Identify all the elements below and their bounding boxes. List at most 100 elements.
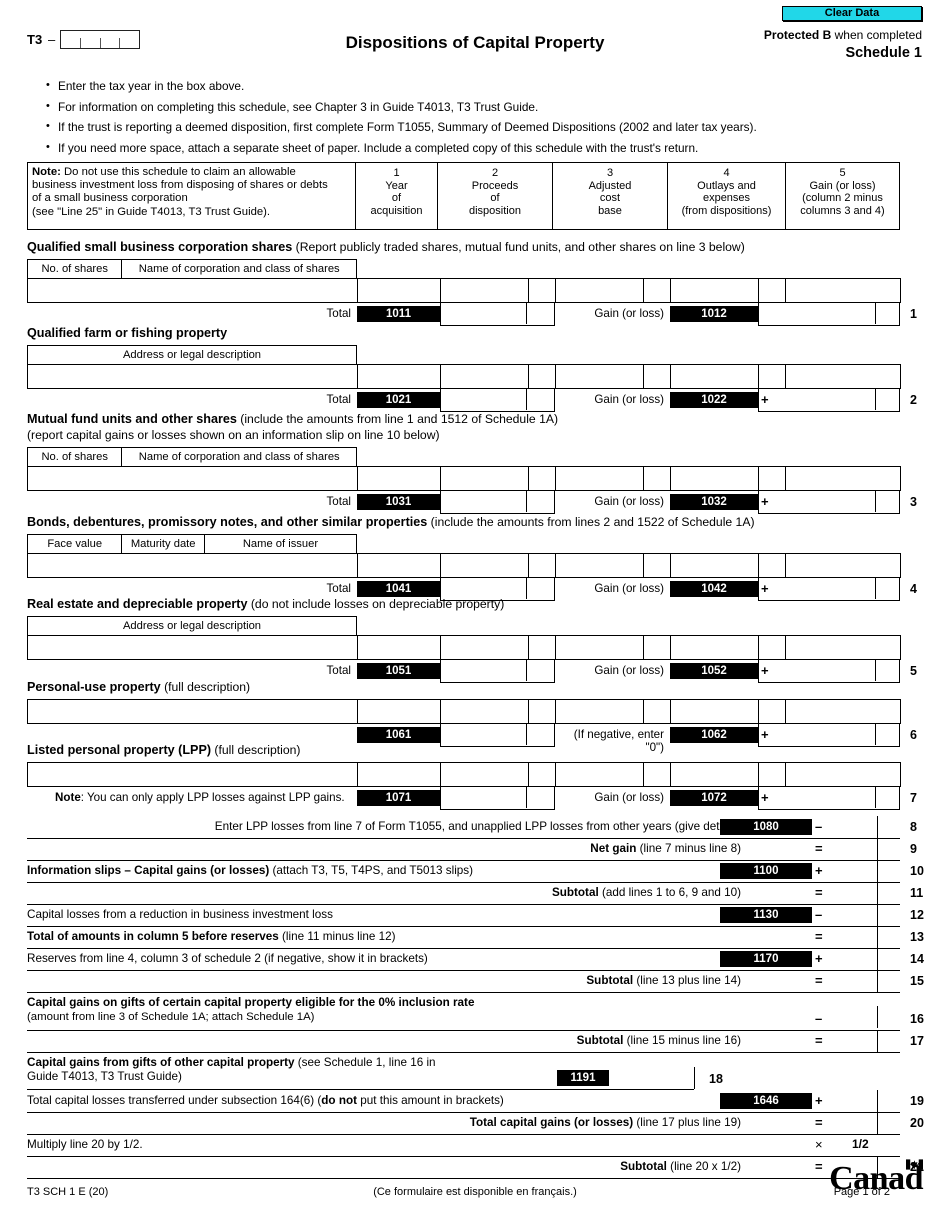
entry-cell[interactable] xyxy=(785,763,877,786)
entry-cell[interactable] xyxy=(27,700,357,723)
entry-cell[interactable] xyxy=(528,365,555,388)
entry-cell[interactable] xyxy=(670,636,758,659)
entry-cell[interactable] xyxy=(758,279,785,302)
entry-cell[interactable] xyxy=(758,467,785,490)
entry-cell[interactable] xyxy=(758,700,785,723)
entry-cell[interactable] xyxy=(643,763,670,786)
gain-amount-field[interactable] xyxy=(758,303,900,326)
entry-cell[interactable] xyxy=(643,279,670,302)
entry-cell[interactable] xyxy=(785,365,877,388)
entry-cell[interactable] xyxy=(785,467,877,490)
gain-amount-field[interactable] xyxy=(758,787,900,810)
amount-field[interactable] xyxy=(812,970,900,992)
entry-cell[interactable] xyxy=(440,365,528,388)
gain-amount-field[interactable] xyxy=(758,389,900,412)
amount-field[interactable] xyxy=(812,1090,900,1112)
entry-cell[interactable] xyxy=(357,700,440,723)
entry-cell[interactable] xyxy=(357,763,440,786)
total-amount-field[interactable] xyxy=(440,724,555,747)
gain-amount-field[interactable] xyxy=(758,724,900,747)
entry-cell[interactable] xyxy=(643,467,670,490)
amount-field[interactable] xyxy=(812,882,900,904)
entry-cell[interactable] xyxy=(555,467,643,490)
entry-cell[interactable] xyxy=(555,636,643,659)
amount-field[interactable] xyxy=(812,1030,900,1052)
entry-cell[interactable] xyxy=(27,279,357,302)
entry-cell[interactable] xyxy=(528,554,555,577)
entry-cell[interactable] xyxy=(877,700,900,723)
entry-cell[interactable] xyxy=(440,763,528,786)
entry-cell[interactable] xyxy=(27,763,357,786)
instructions-list: Enter the tax year in the box above. For… xyxy=(44,79,904,162)
total-amount-field[interactable] xyxy=(440,389,555,412)
total-amount-field[interactable] xyxy=(440,491,555,514)
entry-cell[interactable] xyxy=(670,700,758,723)
entry-cell[interactable] xyxy=(27,365,357,388)
entry-cell[interactable] xyxy=(440,279,528,302)
amount-field[interactable] xyxy=(812,948,900,970)
total-amount-field[interactable] xyxy=(440,303,555,326)
section-title-bold: Listed personal property (LPP) xyxy=(27,743,212,757)
entry-cell[interactable] xyxy=(758,554,785,577)
entry-cell[interactable] xyxy=(357,554,440,577)
entry-cell[interactable] xyxy=(555,763,643,786)
entry-cell[interactable] xyxy=(670,365,758,388)
gain-amount-field[interactable] xyxy=(758,578,900,601)
entry-cell[interactable] xyxy=(785,636,877,659)
entry-cell[interactable] xyxy=(877,554,900,577)
entry-cell[interactable] xyxy=(670,554,758,577)
entry-cell[interactable] xyxy=(357,279,440,302)
total-amount-field[interactable] xyxy=(440,787,555,810)
entry-cell[interactable] xyxy=(27,467,357,490)
line-number: 8 xyxy=(910,820,917,834)
entry-cell[interactable] xyxy=(357,365,440,388)
amount-field[interactable] xyxy=(812,816,900,838)
entry-cell[interactable] xyxy=(758,365,785,388)
entry-cell[interactable] xyxy=(877,636,900,659)
entry-cell[interactable] xyxy=(555,554,643,577)
entry-cell[interactable] xyxy=(440,636,528,659)
amount-field[interactable] xyxy=(812,904,900,926)
gain-amount-field[interactable] xyxy=(758,660,900,683)
entry-cell[interactable] xyxy=(27,636,357,659)
entry-cell[interactable] xyxy=(877,763,900,786)
gain-amount-field[interactable] xyxy=(758,491,900,514)
clear-data-button[interactable]: Clear Data xyxy=(782,6,922,21)
entry-cell[interactable] xyxy=(528,467,555,490)
entry-cell[interactable] xyxy=(643,365,670,388)
entry-cell[interactable] xyxy=(528,279,555,302)
entry-cell[interactable] xyxy=(643,554,670,577)
entry-cell[interactable] xyxy=(440,467,528,490)
entry-cell[interactable] xyxy=(357,636,440,659)
amount-field[interactable] xyxy=(812,1008,900,1028)
entry-cell[interactable] xyxy=(758,636,785,659)
amount-field[interactable] xyxy=(812,838,900,860)
amount-field[interactable] xyxy=(812,926,900,948)
entry-cell[interactable] xyxy=(440,700,528,723)
entry-cell[interactable] xyxy=(528,700,555,723)
entry-cell[interactable] xyxy=(670,467,758,490)
entry-cell[interactable] xyxy=(643,636,670,659)
entry-cell[interactable] xyxy=(555,365,643,388)
entry-cell[interactable] xyxy=(528,636,555,659)
entry-cell[interactable] xyxy=(27,554,357,577)
entry-cell[interactable] xyxy=(670,279,758,302)
amount-field[interactable] xyxy=(812,1112,900,1134)
amount-field[interactable] xyxy=(609,1068,694,1088)
entry-cell[interactable] xyxy=(877,467,900,490)
entry-cell[interactable] xyxy=(670,763,758,786)
entry-cell[interactable] xyxy=(643,700,670,723)
total-amount-field[interactable] xyxy=(440,660,555,683)
entry-cell[interactable] xyxy=(785,554,877,577)
entry-cell[interactable] xyxy=(555,700,643,723)
entry-cell[interactable] xyxy=(357,467,440,490)
entry-cell[interactable] xyxy=(785,700,877,723)
entry-cell[interactable] xyxy=(877,279,900,302)
entry-cell[interactable] xyxy=(758,763,785,786)
entry-cell[interactable] xyxy=(440,554,528,577)
entry-cell[interactable] xyxy=(528,763,555,786)
entry-cell[interactable] xyxy=(555,279,643,302)
amount-field[interactable] xyxy=(812,860,900,882)
entry-cell[interactable] xyxy=(877,365,900,388)
entry-cell[interactable] xyxy=(785,279,877,302)
